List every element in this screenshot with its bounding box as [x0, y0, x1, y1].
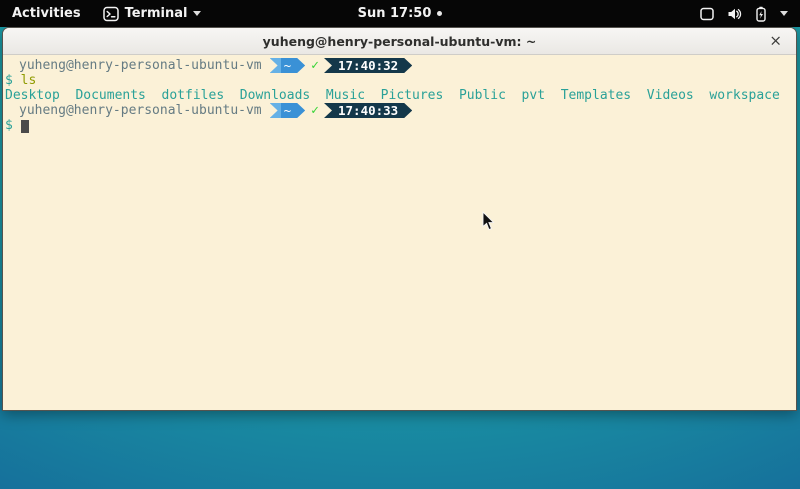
ls-output: Desktop Documents dotfiles Downloads Mus… [5, 88, 794, 103]
chevron-down-icon [193, 11, 201, 16]
terminal-window: yuheng@henry-personal-ubuntu-vm: ~ × yuh… [2, 27, 797, 411]
display-icon [699, 6, 715, 22]
chevron-down-icon [780, 11, 788, 16]
prompt-status-check-icon: ✓ [311, 103, 319, 118]
app-menu-button[interactable]: Terminal [93, 0, 212, 27]
prompt-time-segment: 17:40:33 [324, 103, 412, 118]
battery-charging-icon [753, 6, 769, 22]
prompt-user-host: yuheng@henry-personal-ubuntu-vm [19, 103, 262, 118]
prompt-time-label: 17:40:33 [338, 103, 398, 118]
clock-label: Sun 17:50 [358, 6, 432, 21]
terminal-content[interactable]: yuheng@henry-personal-ubuntu-vm ~ ✓ 17:4… [3, 55, 796, 411]
top-bar-left: Activities Terminal [0, 0, 211, 27]
window-titlebar[interactable]: yuheng@henry-personal-ubuntu-vm: ~ × [3, 28, 796, 55]
prompt-time-segment: 17:40:32 [324, 58, 412, 73]
prompt-status-check-icon: ✓ [311, 58, 319, 73]
prompt-line: yuheng@henry-personal-ubuntu-vm ~ ✓ 17:4… [5, 103, 794, 118]
prompt-path-segment: ~ [270, 58, 306, 73]
clock-button[interactable]: Sun 17:50 [358, 6, 443, 21]
prompt-path-segment: ~ [270, 103, 306, 118]
input-line[interactable]: $ [5, 118, 794, 133]
prompt-dollar: $ [5, 118, 13, 133]
prompt-line: yuheng@henry-personal-ubuntu-vm ~ ✓ 17:4… [5, 58, 794, 73]
prompt-path-label: ~ [284, 58, 292, 73]
prompt-dollar: $ [5, 73, 13, 88]
top-bar: Activities Terminal Sun 17:50 [0, 0, 800, 27]
terminal-cursor [21, 120, 29, 133]
system-status-menu[interactable] [687, 0, 800, 27]
window-title: yuheng@henry-personal-ubuntu-vm: ~ [263, 34, 537, 49]
command-line: $ ls [5, 73, 794, 88]
volume-icon [726, 6, 742, 22]
close-icon[interactable]: × [769, 34, 782, 49]
prompt-time-label: 17:40:32 [338, 58, 398, 73]
terminal-app-icon [103, 6, 119, 22]
activities-button[interactable]: Activities [0, 0, 93, 27]
notification-dot-icon [437, 11, 442, 16]
command-text: ls [21, 73, 37, 88]
prompt-user-host: yuheng@henry-personal-ubuntu-vm [19, 58, 262, 73]
prompt-path-label: ~ [284, 103, 292, 118]
app-menu-label: Terminal [125, 6, 188, 21]
